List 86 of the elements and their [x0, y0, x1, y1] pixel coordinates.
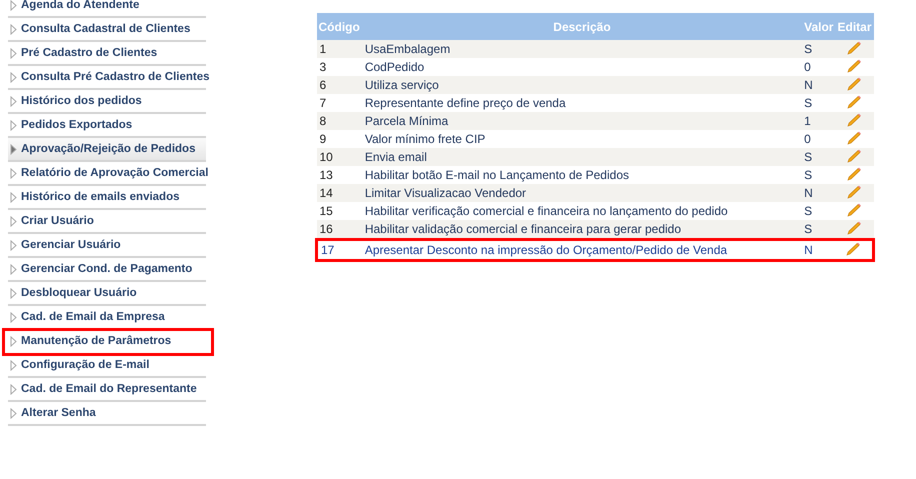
table-cell: Valor mínimo frete CIP: [362, 130, 802, 148]
triangle-icon: [10, 168, 17, 178]
sidebar-item[interactable]: Gerenciar Usuário: [8, 234, 206, 258]
table-cell: N: [802, 76, 836, 94]
table-cell: S: [802, 94, 836, 112]
table-cell: Habilitar botão E-mail no Lançamento de Pedidos: [362, 166, 802, 184]
pencil-icon[interactable]: [846, 184, 862, 198]
column-header: Editar: [835, 13, 874, 40]
triangle-icon: [10, 72, 17, 82]
triangle-icon: [10, 312, 17, 322]
pencil-icon[interactable]: [846, 202, 862, 216]
table-cell: S: [802, 148, 836, 166]
pencil-icon[interactable]: [846, 130, 862, 144]
triangle-icon: [10, 360, 17, 370]
table-cell: 1: [316, 40, 362, 58]
table-cell: UsaEmbalagem: [362, 40, 802, 58]
sidebar-item[interactable]: Configuração de E-mail: [8, 354, 206, 378]
column-header: Código: [316, 13, 362, 40]
table-cell: Envia email: [362, 148, 802, 166]
table-cell: 14: [316, 184, 362, 202]
column-header: Valor: [802, 13, 836, 40]
table-cell: Limitar Visualizacao Vendedor: [362, 184, 802, 202]
table-cell: Habilitar validação comercial e financeira para gerar pedido: [362, 220, 802, 240]
sidebar-item[interactable]: Aprovação/Rejeição de Pedidos: [8, 138, 206, 162]
sidebar-item[interactable]: Alterar Senha: [8, 402, 206, 426]
triangle-icon: [10, 408, 17, 418]
column-header: Descrição: [362, 13, 802, 40]
table-cell: 7: [316, 94, 362, 112]
sidebar-item[interactable]: Pré Cadastro de Clientes: [8, 42, 206, 66]
table-cell: Apresentar Desconto na impressão do Orçamento/Pedido de Venda: [362, 240, 802, 260]
triangle-icon: [10, 384, 17, 394]
table-cell: Parcela Mínima: [362, 112, 802, 130]
triangle-icon: [10, 24, 17, 34]
sidebar-item[interactable]: Cad. de Email do Representante: [8, 378, 206, 402]
table-cell: 15: [316, 202, 362, 220]
pencil-icon[interactable]: [846, 242, 862, 256]
sidebar-item[interactable]: Agenda do Atendente: [8, 0, 206, 18]
sidebar-item[interactable]: Manutenção de Parâmetros: [4, 330, 212, 354]
table-cell: 16: [316, 220, 362, 240]
table-cell: S: [802, 166, 836, 184]
table-cell: S: [802, 220, 836, 240]
table-cell: 6: [316, 76, 362, 94]
pencil-icon[interactable]: [846, 220, 862, 234]
table-cell: 13: [316, 166, 362, 184]
sidebar-item[interactable]: Gerenciar Cond. de Pagamento: [8, 258, 206, 282]
pencil-icon[interactable]: [846, 112, 862, 126]
table-cell: 0: [802, 58, 836, 76]
triangle-icon: [10, 336, 17, 346]
pencil-icon[interactable]: [846, 94, 862, 108]
triangle-icon: [10, 240, 17, 250]
sidebar-item[interactable]: Cad. de Email da Empresa: [8, 306, 206, 330]
triangle-icon: [10, 264, 17, 274]
table-cell: CodPedido: [362, 58, 802, 76]
triangle-icon: [10, 216, 17, 226]
triangle-icon: [10, 120, 17, 130]
table-cell: 0: [802, 130, 836, 148]
triangle-icon: [10, 192, 17, 202]
table-cell: 17: [316, 240, 362, 260]
triangle-icon: [10, 0, 17, 10]
table-cell: 1: [802, 112, 836, 130]
sidebar-item[interactable]: Consulta Cadastral de Clientes: [8, 18, 206, 42]
table-cell: 10: [316, 148, 362, 166]
pencil-icon[interactable]: [846, 40, 862, 54]
triangle-icon: [10, 144, 17, 154]
table-cell: Representante define preço de venda: [362, 94, 802, 112]
table-cell: S: [802, 202, 836, 220]
table-cell: 9: [316, 130, 362, 148]
table-cell: N: [802, 184, 836, 202]
triangle-icon: [10, 96, 17, 106]
sidebar-item[interactable]: Desbloquear Usuário: [8, 282, 206, 306]
table-cell: Habilitar verificação comercial e financeira no lançamento do pedido: [362, 202, 802, 220]
triangle-icon: [10, 48, 17, 58]
sidebar-item[interactable]: Histórico de emails enviados: [8, 186, 206, 210]
pencil-icon[interactable]: [846, 148, 862, 162]
sidebar-item[interactable]: Relatório de Aprovação Comercial: [8, 162, 206, 186]
pencil-icon[interactable]: [846, 58, 862, 72]
table-cell: N: [802, 240, 836, 260]
sidebar-item[interactable]: Criar Usuário: [8, 210, 206, 234]
pencil-icon[interactable]: [846, 76, 862, 90]
table-cell: S: [802, 40, 836, 58]
sidebar-item[interactable]: Histórico dos pedidos: [8, 90, 206, 114]
table-cell: 8: [316, 112, 362, 130]
pencil-icon[interactable]: [846, 166, 862, 180]
table-cell: 3: [316, 58, 362, 76]
table-cell: Utiliza serviço: [362, 76, 802, 94]
triangle-icon: [10, 288, 17, 298]
